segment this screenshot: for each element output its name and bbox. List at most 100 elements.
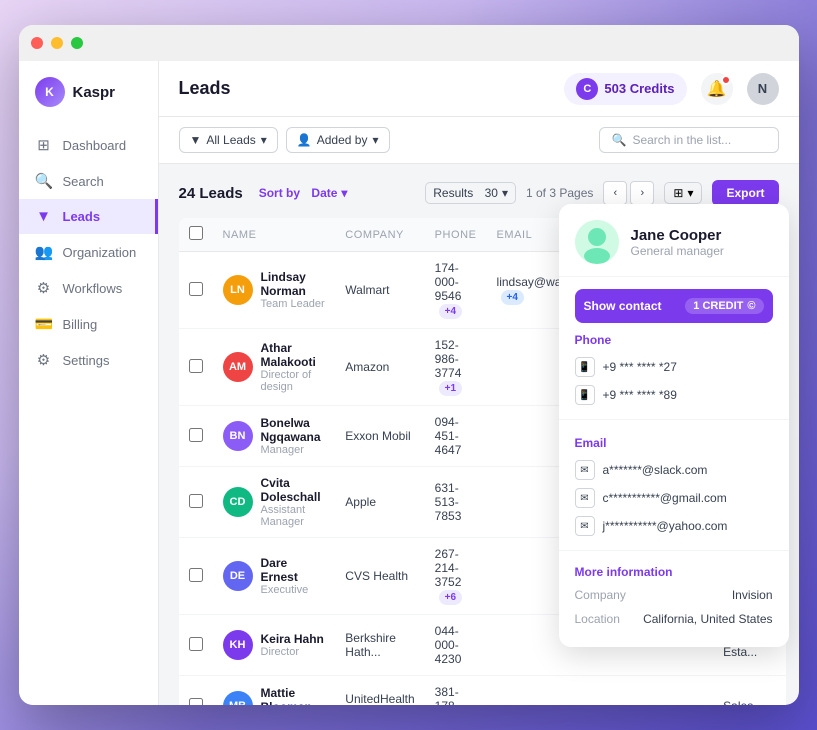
logo-icon: K [35, 77, 65, 107]
person-name: Dare Ernest [261, 556, 326, 584]
person-name: Keira Hahn [261, 632, 324, 646]
phone-icon-1: 📱 [575, 357, 595, 377]
view-toggle[interactable]: ⊞ ▾ [664, 182, 702, 204]
credits-icon: C [576, 78, 598, 100]
card-name: Jane Cooper [631, 227, 724, 244]
added-by-cell [624, 676, 713, 706]
app-body: K Kaspr ⊞ Dashboard 🔍 Search ▼ Leads 👥 O… [19, 61, 799, 705]
minimize-button[interactable] [51, 37, 63, 49]
settings-icon: ⚙ [35, 351, 53, 369]
prev-page-button[interactable]: ‹ [603, 181, 627, 205]
company-cell: Apple [335, 467, 424, 538]
card-email-section: Email ✉ a*******@slack.com ✉ c**********… [559, 426, 789, 544]
leads-area: 24 Leads Sort by Date ▾ Results 30 ▾ [159, 164, 799, 705]
titlebar [19, 25, 799, 61]
sidebar-item-workflows[interactable]: ⚙ Workflows [19, 270, 158, 306]
leads-header: 24 Leads Sort by Date ▾ Results 30 ▾ [179, 180, 779, 206]
workflows-icon: ⚙ [35, 279, 53, 297]
phone-item-2: 📱 +9 *** **** *89 [575, 381, 773, 409]
row-checkbox[interactable] [189, 359, 203, 373]
person-avatar: DE [223, 561, 253, 591]
page-nav: ‹ › [603, 181, 654, 205]
phone-cell: 094-451-4647 [425, 406, 487, 467]
filter-added-by[interactable]: 👤 Added by ▾ [286, 127, 390, 153]
card-role: General manager [631, 244, 724, 258]
email-icon-3: ✉ [575, 516, 595, 536]
email-cell [487, 676, 625, 706]
company-cell: UnitedHealth G... [335, 676, 424, 706]
sidebar-item-label: Search [63, 174, 104, 189]
billing-icon: 💳 [35, 315, 53, 333]
sidebar-item-dashboard[interactable]: ⊞ Dashboard [19, 127, 158, 163]
email-section-title: Email [575, 436, 773, 450]
card-avatar [575, 220, 619, 264]
table-row[interactable]: MB Mattie Blooman Coordinator UnitedHeal… [179, 676, 786, 706]
card-phone-section: Phone 📱 +9 *** **** *27 📱 +9 *** **** *8… [559, 323, 789, 413]
close-button[interactable] [31, 37, 43, 49]
person-avatar: LN [223, 275, 253, 305]
next-page-button[interactable]: › [630, 181, 654, 205]
card-header: Jane Cooper General manager [559, 204, 789, 277]
maximize-button[interactable] [71, 37, 83, 49]
leads-right: Results 30 ▾ 1 of 3 Pages ‹ › ⊞ ▾ Export [425, 180, 778, 206]
row-checkbox[interactable] [189, 494, 203, 508]
phone-cell: 267-214-3752 +6 [425, 538, 487, 615]
person-avatar: CD [223, 487, 253, 517]
filter-group: ▼ All Leads ▾ 👤 Added by ▾ [179, 127, 390, 153]
person-cell: LN Lindsay Norman Team Leader [223, 270, 326, 310]
row-checkbox[interactable] [189, 282, 203, 296]
card-divider-2 [559, 550, 789, 551]
logo-text: Kaspr [73, 84, 116, 101]
person-cell: DE Dare Ernest Executive [223, 556, 326, 596]
avatar[interactable]: N [747, 73, 779, 105]
row-checkbox[interactable] [189, 568, 203, 582]
credits-label: 503 Credits [604, 81, 674, 96]
sidebar-item-settings[interactable]: ⚙ Settings [19, 342, 158, 378]
person-name: Cvita Doleschall [261, 476, 326, 504]
person-avatar: AM [223, 352, 253, 382]
search-placeholder: Search in the list... [632, 133, 731, 147]
row-checkbox[interactable] [189, 428, 203, 442]
row-checkbox[interactable] [189, 698, 203, 706]
person-cell: CD Cvita Doleschall Assistant Manager [223, 476, 326, 528]
sort-field[interactable]: Date [311, 186, 337, 200]
notification-button[interactable]: 🔔 [701, 73, 733, 105]
person-name: Bonelwa Ngqawana [261, 416, 326, 444]
logo: K Kaspr [19, 77, 158, 127]
person-name: Mattie Blooman [261, 686, 326, 705]
export-button[interactable]: Export [712, 180, 778, 206]
email-icon-1: ✉ [575, 460, 595, 480]
person-role: Executive [261, 584, 326, 596]
person-name: Lindsay Norman [261, 270, 326, 298]
col-name: NAME [213, 218, 336, 252]
sidebar-item-search[interactable]: 🔍 Search [19, 163, 158, 199]
results-select[interactable]: Results 30 ▾ [425, 182, 516, 204]
row-checkbox[interactable] [189, 637, 203, 651]
leads-icon: ▼ [35, 208, 53, 225]
phone-icon-2: 📱 [575, 385, 595, 405]
person-role: Team Leader [261, 298, 326, 310]
search-box[interactable]: 🔍 Search in the list... [599, 127, 779, 153]
company-cell: Walmart [335, 252, 424, 329]
phone-cell: 631-513-7853 [425, 467, 487, 538]
more-info-company: Company Invision [559, 583, 789, 607]
card-person-info: Jane Cooper General manager [631, 227, 724, 258]
sidebar-item-label: Workflows [63, 281, 123, 296]
company-cell: CVS Health [335, 538, 424, 615]
sidebar-item-leads[interactable]: ▼ Leads [19, 199, 158, 234]
select-all-checkbox[interactable] [189, 226, 203, 240]
sidebar-item-organization[interactable]: 👥 Organization [19, 234, 158, 270]
credits-badge[interactable]: C 503 Credits [564, 73, 686, 105]
header: Leads C 503 Credits 🔔 N [159, 61, 799, 117]
person-role: Manager [261, 444, 326, 456]
show-contact-button[interactable]: Show contact 1 CREDIT © [575, 289, 773, 323]
sidebar-item-billing[interactable]: 💳 Billing [19, 306, 158, 342]
sidebar-item-label: Billing [63, 317, 98, 332]
person-name: Athar Malakooti [261, 341, 326, 369]
filter-all-leads[interactable]: ▼ All Leads ▾ [179, 127, 278, 153]
location-label: Location [575, 612, 620, 626]
search-icon: 🔍 [612, 133, 627, 147]
card-divider [559, 419, 789, 420]
more-info-location: Location California, United States [559, 607, 789, 631]
dashboard-icon: ⊞ [35, 136, 53, 154]
